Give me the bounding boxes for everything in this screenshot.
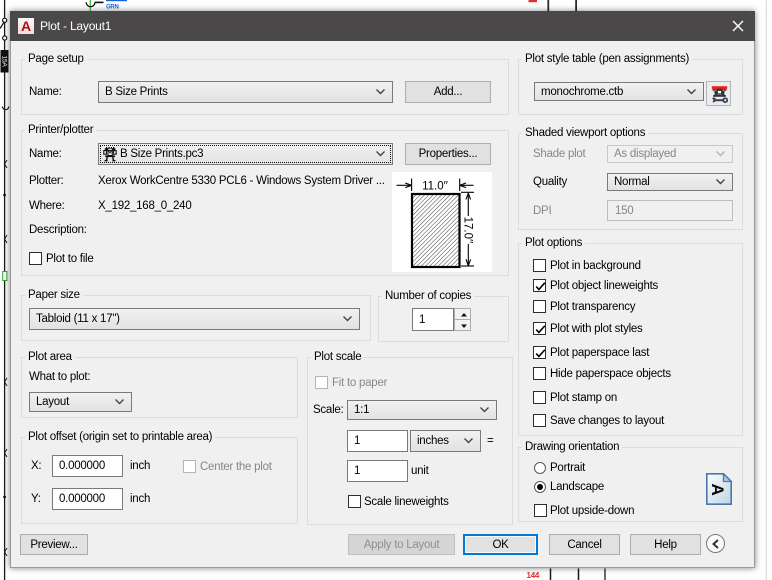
svg-text:11.0′′: 11.0′′ — [422, 181, 448, 193]
svg-text:17.0′′: 17.0′′ — [461, 217, 473, 244]
svg-text:A: A — [708, 483, 727, 495]
